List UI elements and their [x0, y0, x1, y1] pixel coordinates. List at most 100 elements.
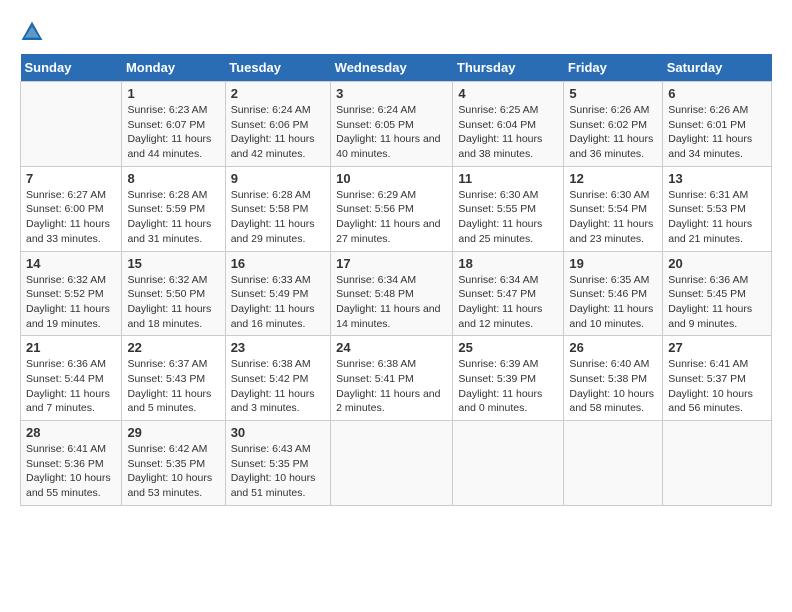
weekday-header-thursday: Thursday [453, 54, 564, 82]
calendar-cell: 19Sunrise: 6:35 AM Sunset: 5:46 PM Dayli… [564, 251, 663, 336]
weekday-header-saturday: Saturday [663, 54, 772, 82]
day-number: 18 [458, 256, 558, 271]
calendar-cell: 21 Sunrise: 6:36 AM Sunset: 5:44 PM Dayli… [21, 336, 122, 421]
logo-icon [20, 20, 44, 44]
day-number: 3 [336, 86, 447, 101]
calendar-cell: 14 Sunrise: 6:32 AM Sunset: 5:52 PM Dayli… [21, 251, 122, 336]
day-info: Sunrise: 6:24 AM Sunset: 6:05 PM Dayligh… [336, 103, 447, 162]
day-number: 24 [336, 340, 447, 355]
calendar-cell: 3 Sunrise: 6:24 AM Sunset: 6:05 PM Daylig… [331, 82, 453, 167]
calendar-cell [21, 82, 122, 167]
day-info: Sunrise: 6:28 AM Sunset: 5:59 PM Dayligh… [127, 188, 219, 247]
calendar-cell [453, 421, 564, 506]
calendar-cell: 25 Sunrise: 6:39 AM Sunset: 5:39 PM Dayli… [453, 336, 564, 421]
weekday-header-wednesday: Wednesday [331, 54, 453, 82]
calendar-table: SundayMondayTuesdayWednesdayThursdayFrid… [20, 54, 772, 506]
day-info: Sunrise: 6:25 AM Sunset: 6:04 PM Dayligh… [458, 103, 558, 162]
calendar-week-row: 7 Sunrise: 6:27 AM Sunset: 6:00 PM Daylig… [21, 166, 772, 251]
day-info: Sunrise: 6:24 AM Sunset: 6:06 PM Dayligh… [231, 103, 325, 162]
day-number: 12 [569, 171, 657, 186]
calendar-cell: 6 Sunrise: 6:26 AM Sunset: 6:01 PM Daylig… [663, 82, 772, 167]
calendar-cell: 26 Sunrise: 6:40 AM Sunset: 5:38 PM Dayli… [564, 336, 663, 421]
weekday-header-sunday: Sunday [21, 54, 122, 82]
weekday-header-friday: Friday [564, 54, 663, 82]
calendar-cell: 7 Sunrise: 6:27 AM Sunset: 6:00 PM Daylig… [21, 166, 122, 251]
day-info: Sunrise: 6:33 AM Sunset: 5:49 PM Dayligh… [231, 273, 325, 332]
day-number: 8 [127, 171, 219, 186]
day-info: Sunrise: 6:36 AM Sunset: 5:45 PM Dayligh… [668, 273, 766, 332]
day-info: Sunrise: 6:35 AM Sunset: 5:46 PM Dayligh… [569, 273, 657, 332]
day-info: Sunrise: 6:23 AM Sunset: 6:07 PM Dayligh… [127, 103, 219, 162]
calendar-cell: 28Sunrise: 6:41 AM Sunset: 5:36 PM Dayli… [21, 421, 122, 506]
day-info: Sunrise: 6:32 AM Sunset: 5:52 PM Dayligh… [26, 273, 116, 332]
calendar-cell: 4 Sunrise: 6:25 AM Sunset: 6:04 PM Daylig… [453, 82, 564, 167]
calendar-cell: 17 Sunrise: 6:34 AM Sunset: 5:48 PM Dayli… [331, 251, 453, 336]
calendar-week-row: 14 Sunrise: 6:32 AM Sunset: 5:52 PM Dayli… [21, 251, 772, 336]
day-number: 29 [127, 425, 219, 440]
calendar-cell: 13 Sunrise: 6:31 AM Sunset: 5:53 PM Dayli… [663, 166, 772, 251]
weekday-header-monday: Monday [122, 54, 225, 82]
calendar-cell: 8 Sunrise: 6:28 AM Sunset: 5:59 PM Daylig… [122, 166, 225, 251]
day-info: Sunrise: 6:30 AM Sunset: 5:54 PM Dayligh… [569, 188, 657, 247]
day-info: Sunrise: 6:38 AM Sunset: 5:42 PM Dayligh… [231, 357, 325, 416]
logo [20, 20, 48, 44]
day-info: Sunrise: 6:41 AM Sunset: 5:36 PM Dayligh… [26, 442, 116, 501]
calendar-cell: 22 Sunrise: 6:37 AM Sunset: 5:43 PM Dayli… [122, 336, 225, 421]
calendar-cell: 9 Sunrise: 6:28 AM Sunset: 5:58 PM Daylig… [225, 166, 330, 251]
day-number: 26 [569, 340, 657, 355]
day-number: 4 [458, 86, 558, 101]
day-number: 13 [668, 171, 766, 186]
day-info: Sunrise: 6:27 AM Sunset: 6:00 PM Dayligh… [26, 188, 116, 247]
day-info: Sunrise: 6:43 AM Sunset: 5:35 PM Dayligh… [231, 442, 325, 501]
day-info: Sunrise: 6:39 AM Sunset: 5:39 PM Dayligh… [458, 357, 558, 416]
day-number: 5 [569, 86, 657, 101]
calendar-cell: 15 Sunrise: 6:32 AM Sunset: 5:50 PM Dayli… [122, 251, 225, 336]
calendar-cell [564, 421, 663, 506]
day-info: Sunrise: 6:36 AM Sunset: 5:44 PM Dayligh… [26, 357, 116, 416]
calendar-week-row: 28Sunrise: 6:41 AM Sunset: 5:36 PM Dayli… [21, 421, 772, 506]
calendar-cell: 29Sunrise: 6:42 AM Sunset: 5:35 PM Dayli… [122, 421, 225, 506]
calendar-cell: 2 Sunrise: 6:24 AM Sunset: 6:06 PM Daylig… [225, 82, 330, 167]
day-number: 2 [231, 86, 325, 101]
day-number: 7 [26, 171, 116, 186]
day-number: 25 [458, 340, 558, 355]
day-number: 17 [336, 256, 447, 271]
calendar-cell: 20Sunrise: 6:36 AM Sunset: 5:45 PM Dayli… [663, 251, 772, 336]
day-info: Sunrise: 6:37 AM Sunset: 5:43 PM Dayligh… [127, 357, 219, 416]
day-number: 1 [127, 86, 219, 101]
calendar-cell: 5 Sunrise: 6:26 AM Sunset: 6:02 PM Daylig… [564, 82, 663, 167]
day-number: 10 [336, 171, 447, 186]
day-info: Sunrise: 6:30 AM Sunset: 5:55 PM Dayligh… [458, 188, 558, 247]
calendar-cell: 1 Sunrise: 6:23 AM Sunset: 6:07 PM Daylig… [122, 82, 225, 167]
header [20, 20, 772, 44]
calendar-week-row: 1 Sunrise: 6:23 AM Sunset: 6:07 PM Daylig… [21, 82, 772, 167]
day-info: Sunrise: 6:38 AM Sunset: 5:41 PM Dayligh… [336, 357, 447, 416]
calendar-week-row: 21 Sunrise: 6:36 AM Sunset: 5:44 PM Dayli… [21, 336, 772, 421]
calendar-cell: 23Sunrise: 6:38 AM Sunset: 5:42 PM Dayli… [225, 336, 330, 421]
day-number: 14 [26, 256, 116, 271]
day-number: 15 [127, 256, 219, 271]
day-number: 21 [26, 340, 116, 355]
day-info: Sunrise: 6:26 AM Sunset: 6:02 PM Dayligh… [569, 103, 657, 162]
calendar-cell: 24 Sunrise: 6:38 AM Sunset: 5:41 PM Dayli… [331, 336, 453, 421]
day-info: Sunrise: 6:31 AM Sunset: 5:53 PM Dayligh… [668, 188, 766, 247]
day-number: 6 [668, 86, 766, 101]
calendar-cell [331, 421, 453, 506]
calendar-cell: 30 Sunrise: 6:43 AM Sunset: 5:35 PM Dayli… [225, 421, 330, 506]
day-info: Sunrise: 6:34 AM Sunset: 5:47 PM Dayligh… [458, 273, 558, 332]
day-info: Sunrise: 6:41 AM Sunset: 5:37 PM Dayligh… [668, 357, 766, 416]
weekday-header-tuesday: Tuesday [225, 54, 330, 82]
day-info: Sunrise: 6:34 AM Sunset: 5:48 PM Dayligh… [336, 273, 447, 332]
day-number: 22 [127, 340, 219, 355]
day-info: Sunrise: 6:28 AM Sunset: 5:58 PM Dayligh… [231, 188, 325, 247]
day-info: Sunrise: 6:40 AM Sunset: 5:38 PM Dayligh… [569, 357, 657, 416]
calendar-cell: 18 Sunrise: 6:34 AM Sunset: 5:47 PM Dayli… [453, 251, 564, 336]
calendar-cell: 10Sunrise: 6:29 AM Sunset: 5:56 PM Dayli… [331, 166, 453, 251]
day-info: Sunrise: 6:26 AM Sunset: 6:01 PM Dayligh… [668, 103, 766, 162]
day-number: 16 [231, 256, 325, 271]
day-number: 27 [668, 340, 766, 355]
day-info: Sunrise: 6:32 AM Sunset: 5:50 PM Dayligh… [127, 273, 219, 332]
weekday-header-row: SundayMondayTuesdayWednesdayThursdayFrid… [21, 54, 772, 82]
day-number: 30 [231, 425, 325, 440]
day-number: 9 [231, 171, 325, 186]
